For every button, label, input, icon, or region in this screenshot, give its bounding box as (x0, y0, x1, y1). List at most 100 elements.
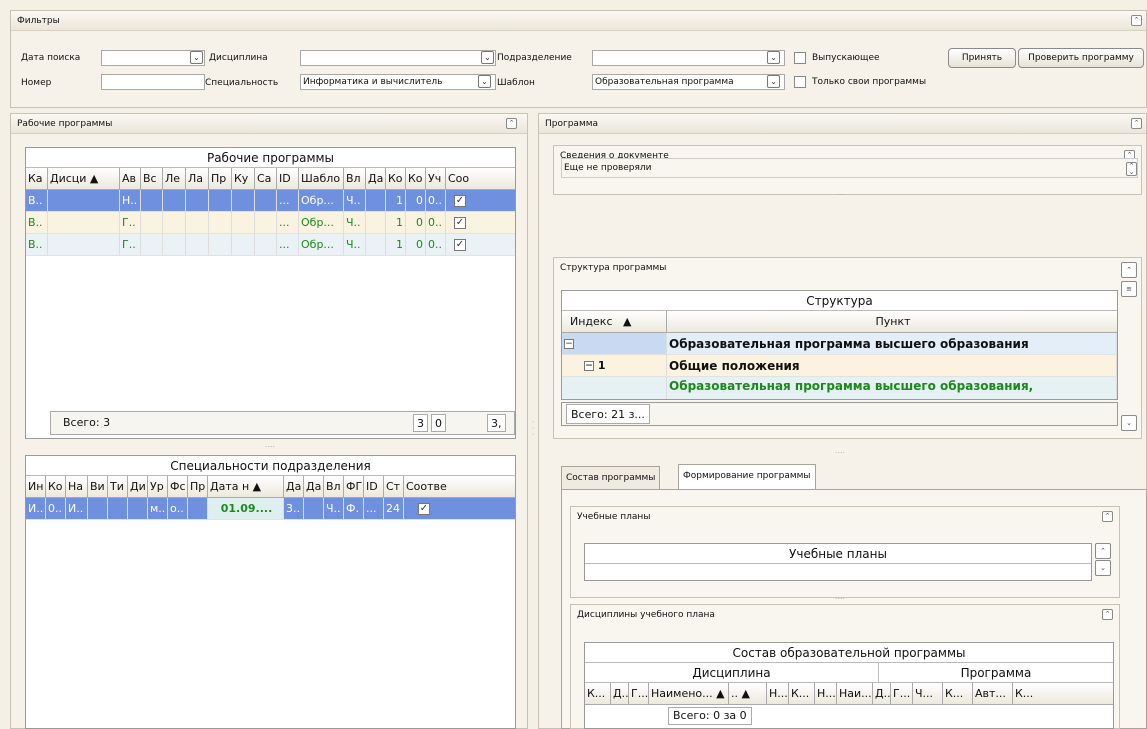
column-header[interactable]: Шабло (299, 168, 344, 189)
column-header[interactable]: .. ▲ (729, 683, 767, 704)
column-header[interactable]: Наи... (837, 683, 873, 704)
accept-button[interactable]: Принять (948, 48, 1016, 68)
column-header[interactable]: Н... (767, 683, 789, 704)
filters-collapse-icon[interactable]: ⌃ (1131, 15, 1142, 26)
own-only-checkbox[interactable] (794, 76, 806, 88)
column-header[interactable]: Г... (891, 683, 913, 704)
tree-row[interactable]: − Образовательная программа высшего обра… (562, 333, 1117, 355)
column-header[interactable]: К... (1013, 683, 1037, 704)
table-row[interactable]: В.. Н.. ... Обр... Ч.. 1 0 0.. ✓ (26, 190, 515, 212)
collapse-icon[interactable]: − (584, 361, 594, 371)
column-header[interactable]: Ла (186, 168, 209, 189)
column-header[interactable]: ФГ (344, 476, 364, 497)
collapse-icon[interactable]: − (564, 339, 574, 349)
tree-row[interactable]: − 1 Общие положения (562, 355, 1117, 377)
column-header[interactable]: Д.. (611, 683, 629, 704)
column-header[interactable]: Да (366, 168, 386, 189)
horizontal-splitter[interactable]: .... (800, 446, 880, 455)
scroll-up-icon[interactable]: ⌃ (1121, 262, 1137, 278)
curricula-collapse-icon[interactable]: ⌃ (1102, 511, 1113, 522)
column-header[interactable]: Ав (120, 168, 141, 189)
column-header[interactable]: ID (277, 168, 299, 189)
column-header[interactable]: Ко (386, 168, 406, 189)
template-dropdown-icon[interactable]: ⌄ (767, 75, 780, 88)
column-header[interactable]: Дисци ▲ (48, 168, 120, 189)
number-field[interactable] (101, 74, 205, 90)
column-header[interactable]: Соо (446, 168, 476, 189)
column-header[interactable]: Индекс ▲ (562, 311, 667, 332)
doc-status-spin-icon[interactable]: ⌃ ⌄ (1126, 162, 1137, 176)
column-header[interactable]: Вс (141, 168, 163, 189)
column-header[interactable]: Ку (232, 168, 255, 189)
column-header[interactable]: Да (284, 476, 304, 497)
column-header[interactable]: Соотве (404, 476, 454, 497)
tree-row[interactable]: 1.1 Образовательная программа высшего об… (562, 377, 1117, 399)
column-header[interactable]: Ст (384, 476, 404, 497)
graduating-checkbox[interactable] (794, 52, 806, 64)
disciplines-collapse-icon[interactable]: ⌃ (1102, 609, 1113, 620)
program-collapse-icon[interactable]: ⌃ (1131, 118, 1142, 129)
column-header[interactable]: Уч (426, 168, 446, 189)
discipline-field[interactable] (300, 50, 496, 66)
column-header[interactable]: Ви (88, 476, 108, 497)
template-field[interactable]: Образовательная программа (592, 74, 785, 90)
match-checkbox[interactable]: ✓ (454, 217, 466, 229)
column-header[interactable]: Са (255, 168, 277, 189)
tab-program-composition[interactable]: Состав программы (561, 466, 661, 490)
table-row[interactable]: В.. Г.. ... Обр... Ч.. 1 0 0.. ✓ (26, 234, 515, 256)
column-header[interactable]: К... (585, 683, 611, 704)
column-header[interactable]: Г... (629, 683, 649, 704)
table-row[interactable]: И.. 0.. И.. м.. о.. 01.09.... 3.. Ч.. Ф.… (26, 498, 515, 520)
match-checkbox[interactable]: ✓ (418, 503, 430, 515)
column-header[interactable]: Ка (26, 168, 48, 189)
column-header[interactable]: Ур (148, 476, 168, 497)
specialty-field[interactable]: Информатика и вычислитель (300, 74, 496, 90)
column-header[interactable]: ID (364, 476, 384, 497)
column-header[interactable]: Ти (108, 476, 128, 497)
match-checkbox[interactable]: ✓ (454, 195, 466, 207)
tab-program-forming[interactable]: Формирование программы (678, 464, 816, 490)
column-header[interactable]: На (66, 476, 88, 497)
column-header[interactable]: Дата н ▲ (208, 476, 284, 497)
column-header[interactable]: Ч... (913, 683, 943, 704)
column-header[interactable]: Ко (46, 476, 66, 497)
column-header[interactable]: Фс (168, 476, 188, 497)
column-header[interactable]: Да (304, 476, 324, 497)
column-header[interactable]: Наимено... ▲ (649, 683, 729, 704)
column-header[interactable]: К... (943, 683, 973, 704)
column-header[interactable]: Пр (188, 476, 208, 497)
column-header[interactable]: Пр (209, 168, 232, 189)
scroll-down-icon[interactable]: ⌄ (1121, 415, 1137, 431)
column-header[interactable]: Ле (163, 168, 186, 189)
column-header[interactable]: Пункт (667, 311, 1117, 332)
search-date-dropdown-icon[interactable]: ⌄ (190, 51, 203, 64)
column-header[interactable]: Вл (324, 476, 344, 497)
list-icon[interactable]: ≡ (1121, 281, 1137, 297)
filters-title: Фильтры (11, 11, 1146, 31)
table-cell (209, 190, 232, 211)
scroll-down-icon[interactable]: ⌄ (1095, 560, 1111, 576)
column-header[interactable]: К... (789, 683, 815, 704)
check-program-button[interactable]: Проверить программу (1018, 48, 1144, 68)
department-dropdown-icon[interactable]: ⌄ (767, 51, 780, 64)
column-header[interactable]: Ин (26, 476, 46, 497)
table-cell (366, 190, 386, 211)
table-cell (366, 234, 386, 255)
horizontal-splitter[interactable]: .... (800, 188, 880, 197)
column-header[interactable]: Д.. (873, 683, 891, 704)
match-checkbox[interactable]: ✓ (454, 239, 466, 251)
discipline-dropdown-icon[interactable]: ⌄ (481, 51, 494, 64)
horizontal-splitter[interactable]: .... (230, 440, 310, 449)
department-field[interactable] (592, 50, 785, 66)
table-row[interactable]: В.. Г.. ... Обр... Ч.. 1 0 0.. ✓ (26, 212, 515, 234)
column-header[interactable]: Ко (406, 168, 426, 189)
vertical-splitter[interactable]: · · · (529, 419, 537, 439)
horizontal-splitter[interactable]: .... (800, 592, 880, 601)
column-header[interactable]: Вл (344, 168, 366, 189)
column-header[interactable]: Авт... (973, 683, 1013, 704)
scroll-up-icon[interactable]: ⌃ (1095, 543, 1111, 559)
column-header[interactable]: Ди (128, 476, 148, 497)
work-programs-collapse-icon[interactable]: ⌃ (506, 118, 517, 129)
column-header[interactable]: Н... (815, 683, 837, 704)
specialty-dropdown-icon[interactable]: ⌄ (478, 75, 491, 88)
